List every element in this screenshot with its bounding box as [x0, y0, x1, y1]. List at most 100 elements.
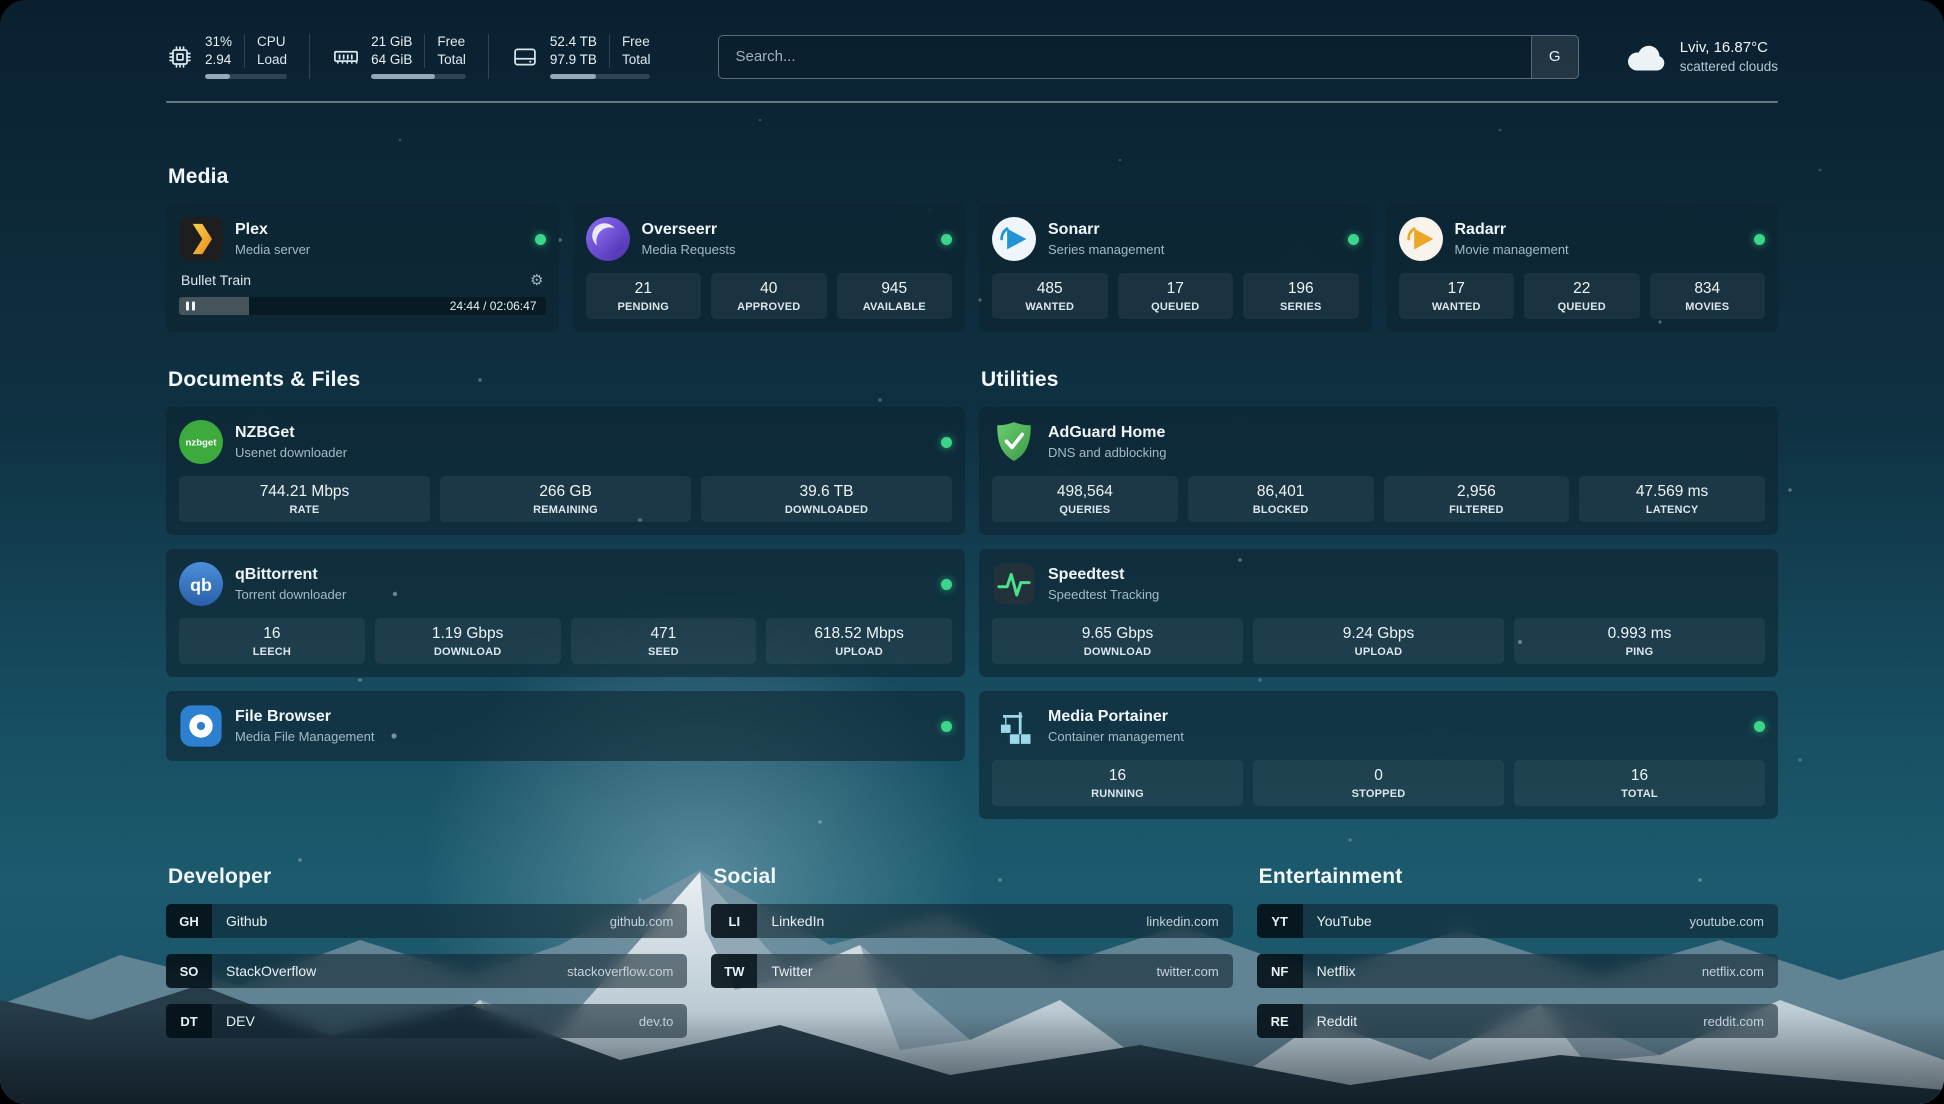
- overseerr-icon: [586, 217, 630, 261]
- bookmark-group-entertainment: Entertainment YT YouTube youtube.com NF …: [1257, 865, 1778, 1038]
- pause-icon: [186, 302, 195, 311]
- bookmark-github[interactable]: GH Github github.com: [166, 904, 687, 938]
- speedtest-icon: [992, 562, 1036, 606]
- section-title-media: Media: [168, 165, 1778, 189]
- radarr-icon: [1399, 217, 1443, 261]
- playback-time: 24:44 / 02:06:47: [450, 299, 537, 313]
- service-description: Usenet downloader: [235, 445, 347, 460]
- section-utilities: Utilities: [979, 368, 1778, 819]
- search-box: G: [718, 35, 1578, 79]
- cpu-load-value: 2.94: [205, 52, 232, 68]
- bookmarks: Developer GH Github github.com SO StackO…: [166, 865, 1778, 1038]
- disk-total-label: Total: [622, 52, 651, 68]
- disk-free-label: Free: [622, 34, 651, 50]
- service-name: Speedtest: [1048, 566, 1159, 584]
- service-description: Media File Management: [235, 729, 374, 744]
- status-dot: [941, 721, 952, 732]
- status-dot: [1754, 234, 1765, 245]
- stat-filtered: 2,956 FILTERED: [1384, 476, 1570, 522]
- bookmark-youtube[interactable]: YT YouTube youtube.com: [1257, 904, 1778, 938]
- service-name: NZBGet: [235, 424, 347, 442]
- bookmark-linkedin[interactable]: LI LinkedIn linkedin.com: [711, 904, 1232, 938]
- bookmark-abbr: LI: [711, 904, 757, 938]
- plex-icon: [179, 217, 223, 261]
- section-documents: Documents & Files nzbget: [166, 368, 965, 761]
- weather-location: Lviv, 16.87°C: [1680, 39, 1778, 56]
- status-dot: [941, 437, 952, 448]
- card-adguard[interactable]: AdGuard Home DNS and adblocking 498,564 …: [979, 407, 1778, 535]
- stat-download: 1.19 Gbps DOWNLOAD: [375, 618, 561, 664]
- card-sonarr[interactable]: Sonarr Series management 485 WANTED 17 Q…: [979, 204, 1372, 332]
- stat-queries: 498,564 QUERIES: [992, 476, 1178, 522]
- cloud-icon: [1625, 41, 1667, 73]
- topbar-divider: [166, 101, 1778, 103]
- disk-monitor: 52.4 TB 97.9 TB Free Total: [489, 34, 673, 79]
- stat-downloaded: 39.6 TB DOWNLOADED: [701, 476, 952, 522]
- stat-running: 16 RUNNING: [992, 760, 1243, 806]
- search-input[interactable]: [719, 36, 1530, 78]
- stat-blocked: 86,401 BLOCKED: [1188, 476, 1374, 522]
- bookmark-abbr: DT: [166, 1004, 212, 1038]
- bookmark-abbr: GH: [166, 904, 212, 938]
- stat-upload: 618.52 Mbps UPLOAD: [766, 618, 952, 664]
- service-description: DNS and adblocking: [1048, 445, 1167, 460]
- sonarr-icon: [992, 217, 1036, 261]
- card-overseerr[interactable]: Overseerr Media Requests 21 PENDING 40 A…: [573, 204, 966, 332]
- bookmark-name: Twitter: [757, 963, 1156, 979]
- service-name: Media Portainer: [1048, 708, 1184, 726]
- status-dot: [1348, 234, 1359, 245]
- bookmark-url: dev.to: [639, 1014, 687, 1029]
- card-portainer[interactable]: Media Portainer Container management 16 …: [979, 691, 1778, 819]
- bookmark-name: DEV: [212, 1013, 639, 1029]
- playback-progress-bar: 24:44 / 02:06:47: [179, 297, 546, 315]
- stat-queued: 22 QUEUED: [1524, 273, 1640, 319]
- filebrowser-icon: [179, 704, 223, 748]
- stat-approved: 40 APPROVED: [711, 273, 827, 319]
- stat-rate: 744.21 Mbps RATE: [179, 476, 430, 522]
- stat-seed: 471 SEED: [571, 618, 757, 664]
- bookmark-url: netflix.com: [1702, 964, 1778, 979]
- service-name: Overseerr: [642, 221, 736, 239]
- bookmark-url: youtube.com: [1690, 914, 1778, 929]
- bookmark-abbr: YT: [1257, 904, 1303, 938]
- service-name: File Browser: [235, 708, 374, 726]
- settings-gear-icon[interactable]: ⚙: [530, 273, 543, 288]
- bookmark-netflix[interactable]: NF Netflix netflix.com: [1257, 954, 1778, 988]
- bookmark-group-social: Social LI LinkedIn linkedin.com TW Twitt…: [711, 865, 1232, 1038]
- bookmark-twitter[interactable]: TW Twitter twitter.com: [711, 954, 1232, 988]
- card-plex[interactable]: Plex Media server Bullet Train ⚙ 24:44 /…: [166, 204, 559, 332]
- bookmark-group-developer: Developer GH Github github.com SO StackO…: [166, 865, 687, 1038]
- now-playing-title: Bullet Train: [181, 272, 251, 288]
- cpu-load-label: Load: [257, 52, 287, 68]
- stat-wanted: 485 WANTED: [992, 273, 1108, 319]
- disk-progress-bar: [550, 74, 651, 79]
- bookmark-stackoverflow[interactable]: SO StackOverflow stackoverflow.com: [166, 954, 687, 988]
- section-title-utilities: Utilities: [981, 368, 1778, 392]
- card-nzbget[interactable]: nzbget NZBGet Usenet downloader 74: [166, 407, 965, 535]
- dashboard-screen: 31% 2.94 CPU Load: [0, 0, 1944, 1104]
- bookmark-dev[interactable]: DT DEV dev.to: [166, 1004, 687, 1038]
- stat-wanted: 17 WANTED: [1399, 273, 1515, 319]
- bookmark-abbr: SO: [166, 954, 212, 988]
- card-speedtest[interactable]: Speedtest Speedtest Tracking 9.65 Gbps D…: [979, 549, 1778, 677]
- stat-pending: 21 PENDING: [586, 273, 702, 319]
- bookmark-name: Reddit: [1303, 1013, 1704, 1029]
- svg-text:qb: qb: [190, 575, 212, 595]
- ram-free-value: 21 GiB: [371, 34, 412, 50]
- bookmark-url: stackoverflow.com: [567, 964, 687, 979]
- card-filebrowser[interactable]: File Browser Media File Management: [166, 691, 965, 761]
- card-radarr[interactable]: Radarr Movie management 17 WANTED 22 QUE…: [1386, 204, 1779, 332]
- bookmark-reddit[interactable]: RE Reddit reddit.com: [1257, 1004, 1778, 1038]
- card-qbittorrent[interactable]: qb qBittorrent Torrent downloader: [166, 549, 965, 677]
- section-media: Media: [166, 165, 1778, 332]
- stat-remaining: 266 GB REMAINING: [440, 476, 691, 522]
- status-dot: [1754, 721, 1765, 732]
- bookmark-url: linkedin.com: [1146, 914, 1232, 929]
- service-description: Media Requests: [642, 242, 736, 257]
- disk-free-value: 52.4 TB: [550, 34, 597, 50]
- search-engine-button[interactable]: G: [1531, 36, 1578, 78]
- bookmark-url: twitter.com: [1157, 964, 1233, 979]
- service-name: qBittorrent: [235, 566, 346, 584]
- section-title-entertainment: Entertainment: [1259, 865, 1778, 889]
- section-title-documents: Documents & Files: [168, 368, 965, 392]
